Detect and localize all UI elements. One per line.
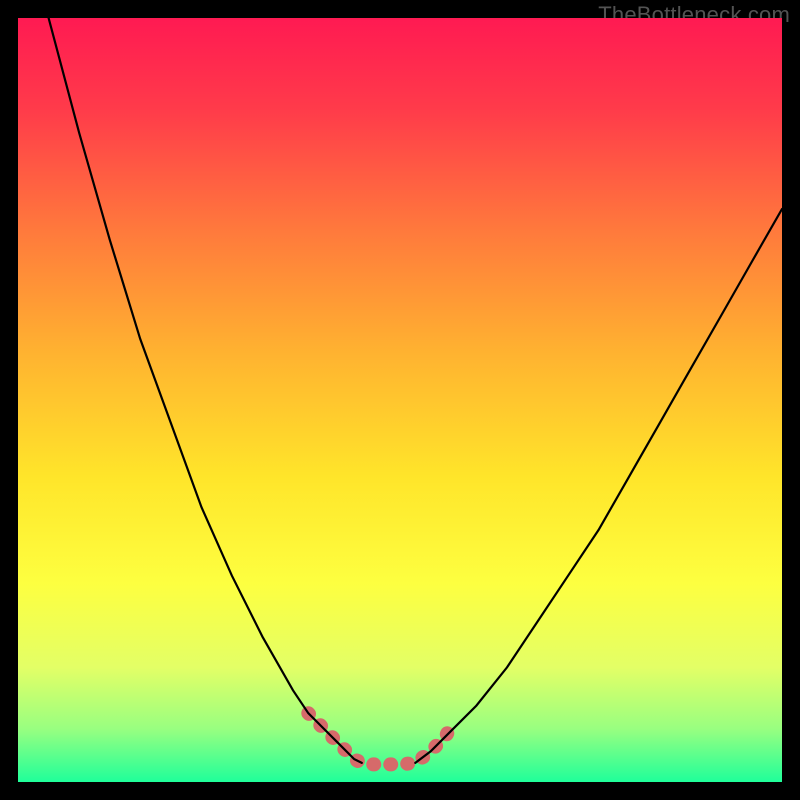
gradient-background [18,18,782,782]
plot-area [18,18,782,782]
outer-frame: TheBottleneck.com [0,0,800,800]
bottleneck-chart [18,18,782,782]
